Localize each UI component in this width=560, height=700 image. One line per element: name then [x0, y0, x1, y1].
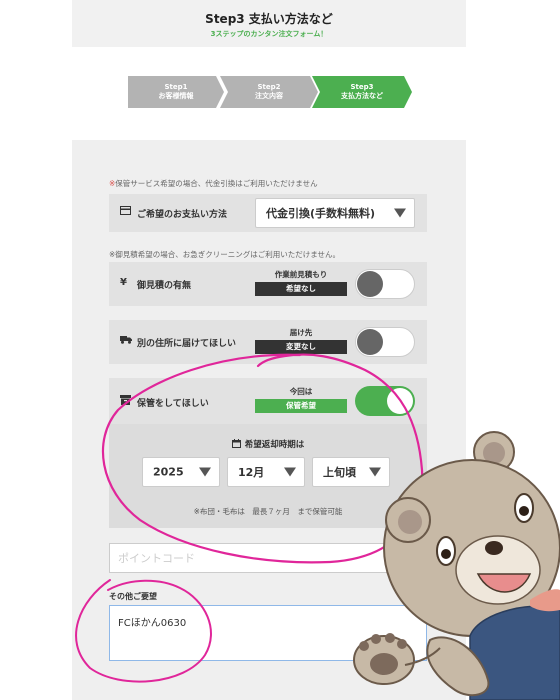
point-code-input[interactable]	[109, 543, 427, 573]
toggle-knob	[357, 329, 383, 355]
calendar-icon	[231, 439, 241, 451]
estimate-row: ¥ 御見積の有無 作業前見積もり 希望なし	[109, 262, 427, 306]
delivery-status-caption: 届け先	[289, 328, 313, 337]
page-header: Step3 支払い方法など 3ステップのカンタン注文フォーム！	[72, 0, 466, 47]
toggle-knob	[387, 388, 413, 414]
storage-toggle[interactable]	[355, 386, 415, 416]
estimate-label: 御見積の有無	[137, 281, 192, 291]
return-period-value: 上旬頃	[323, 466, 356, 479]
storage-box-icon	[120, 395, 131, 408]
return-period-note: ※布団・毛布は 最長７ヶ月 まで保管可能	[193, 507, 343, 516]
estimate-status-caption: 作業前見積もり	[274, 270, 328, 279]
page-subtitle: 3ステップのカンタン注文フォーム！	[210, 30, 328, 38]
estimate-toggle[interactable]	[355, 269, 415, 299]
other-request-label: その他ご要望	[109, 592, 157, 601]
return-period-title: 希望返却時期は	[109, 438, 427, 451]
payment-method-row: ご希望のお支払い方法 代金引換(手数料無料)	[109, 194, 427, 232]
credit-card-icon	[120, 206, 131, 218]
estimate-status-badge: 希望なし	[255, 282, 347, 296]
chevron-down-icon	[284, 467, 296, 477]
page-title: Step3 支払い方法など	[205, 12, 333, 26]
return-period-select[interactable]: 上旬頃	[312, 457, 390, 487]
yen-icon: ¥	[120, 277, 127, 288]
delivery-status-badge: 変更なし	[255, 340, 347, 354]
other-request-textarea[interactable]: FCほかん0630	[109, 605, 427, 661]
return-year-value: 2025	[153, 465, 184, 479]
storage-label: 保管をしてほしい	[137, 399, 209, 409]
step-2: Step2 注文内容	[220, 76, 318, 108]
step-1: Step1 お客様情報	[128, 76, 224, 108]
return-year-select[interactable]: 2025	[142, 457, 220, 487]
chevron-down-icon	[199, 467, 211, 477]
toggle-knob	[357, 271, 383, 297]
truck-icon	[120, 335, 132, 347]
estimate-notice: ※御見積希望の場合、お急ぎクリーニングはご利用いただけません。	[109, 250, 341, 259]
return-month-select[interactable]: 12月	[227, 457, 305, 487]
payment-notice: ※保管サービス希望の場合、代金引換はご利用いただけません	[109, 179, 318, 188]
step-progress: Step1 お客様情報 Step2 注文内容 Step3 支払方法など	[128, 76, 418, 108]
return-period-panel: 希望返却時期は 2025 12月 上旬頃 ※布団・毛布は 最長７ヶ月 まで保管可…	[109, 424, 427, 528]
storage-status-caption: 今回は	[289, 387, 313, 396]
payment-method-select[interactable]: 代金引換(手数料無料)	[255, 198, 415, 228]
storage-status-badge: 保管希望	[255, 399, 347, 413]
step-3-label: Step3 支払方法など	[341, 83, 383, 100]
storage-row: 保管をしてほしい 今回は 保管希望	[109, 378, 427, 424]
step-3: Step3 支払方法など	[312, 76, 412, 108]
return-month-value: 12月	[238, 466, 265, 479]
step-1-label: Step1 お客様情報	[158, 83, 194, 100]
delivery-label: 別の住所に届けてほしい	[137, 339, 237, 349]
payment-method-value: 代金引換(手数料無料)	[266, 207, 376, 220]
delivery-toggle[interactable]	[355, 327, 415, 357]
delivery-row: 別の住所に届けてほしい 届け先 変更なし	[109, 320, 427, 364]
chevron-down-icon	[369, 467, 381, 477]
payment-method-label: ご希望のお支払い方法	[137, 210, 228, 220]
chevron-down-icon	[394, 208, 406, 218]
step-2-label: Step2 注文内容	[255, 83, 283, 100]
